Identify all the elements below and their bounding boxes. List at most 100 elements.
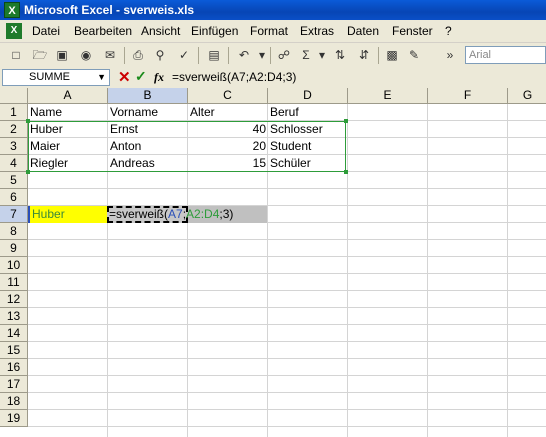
title-bar: X Microsoft Excel - sverweis.xls	[0, 0, 546, 20]
undo-dropdown-icon[interactable]: ▾	[254, 47, 270, 63]
range-handle[interactable]	[26, 170, 30, 174]
excel-app-icon[interactable]: X	[4, 2, 20, 18]
autosum-icon[interactable]: Σ	[298, 47, 314, 63]
column-header-d[interactable]: D	[268, 88, 348, 104]
row-header-1[interactable]: 1	[0, 104, 28, 121]
hyperlink-icon[interactable]: ☍	[276, 47, 292, 63]
spellcheck-icon[interactable]: ✓	[176, 47, 192, 63]
row-header-7[interactable]: 7	[0, 206, 28, 223]
cell-c4[interactable]: 15	[188, 155, 268, 172]
cell-c1[interactable]: Alter	[188, 104, 268, 121]
worksheet-grid[interactable]: A B C D E F G 1 2 3 4 5 6 7 8 9 10 11 12 13 14 15 16 17 1…	[0, 88, 546, 437]
gridline	[28, 392, 546, 393]
cell-a2[interactable]: Huber	[28, 121, 108, 138]
gridline	[28, 290, 546, 291]
sort-descending-icon[interactable]: ⇵	[356, 47, 372, 63]
gridline	[28, 375, 546, 376]
row-header-13[interactable]: 13	[0, 308, 28, 325]
enter-icon[interactable]: ✓	[135, 68, 147, 85]
cell-a7-value: Huber	[32, 207, 65, 221]
row-header-19[interactable]: 19	[0, 410, 28, 427]
row-header-4[interactable]: 4	[0, 155, 28, 172]
cell-c2[interactable]: 40	[188, 121, 268, 138]
gridline	[28, 239, 546, 240]
chart-wizard-icon[interactable]: ▩	[384, 47, 400, 63]
row-header-16[interactable]: 16	[0, 359, 28, 376]
column-header-f[interactable]: F	[428, 88, 508, 104]
menu-bearbeiten[interactable]: Bearbeiten	[74, 24, 132, 38]
cell-d1[interactable]: Beruf	[268, 104, 348, 121]
row-header-10[interactable]: 10	[0, 257, 28, 274]
email-icon[interactable]: ✉	[102, 47, 118, 63]
row-header-12[interactable]: 12	[0, 291, 28, 308]
row-header-6[interactable]: 6	[0, 189, 28, 206]
row-header-14[interactable]: 14	[0, 325, 28, 342]
menu-fenster[interactable]: Fenster	[392, 24, 433, 38]
column-header-e[interactable]: E	[348, 88, 428, 104]
row-header-5[interactable]: 5	[0, 172, 28, 189]
paste-icon[interactable]: ▤	[206, 47, 222, 63]
menu-daten[interactable]: Daten	[347, 24, 379, 38]
formula-ref-range: A2:D4	[186, 207, 220, 221]
gridline	[28, 409, 546, 410]
cell-a4[interactable]: Riegler	[28, 155, 108, 172]
formula-tail: ;3)	[219, 207, 234, 221]
column-header-b[interactable]: B	[108, 88, 188, 104]
formula-input[interactable]: =sverweiß(A7;A2:D4;3)	[172, 70, 296, 84]
menu-datei[interactable]: Datei	[32, 24, 60, 38]
undo-icon[interactable]: ↶	[236, 47, 252, 63]
permission-icon[interactable]: ◉	[78, 47, 94, 63]
cell-b2[interactable]: Ernst	[108, 121, 188, 138]
sort-ascending-icon[interactable]: ⇅	[332, 47, 348, 63]
cell-a1[interactable]: Name	[28, 104, 108, 121]
row-header-15[interactable]: 15	[0, 342, 28, 359]
cell-b7-formula: =sverweiß(A7;A2:D4;3)	[109, 206, 233, 223]
menu-extras[interactable]: Extras	[300, 24, 334, 38]
name-box-dropdown-icon[interactable]: ▼	[97, 70, 106, 85]
row-header-8[interactable]: 8	[0, 223, 28, 240]
save-icon[interactable]: ▣	[54, 47, 70, 63]
gridline	[28, 358, 546, 359]
menu-help[interactable]: ?	[445, 24, 452, 38]
new-icon[interactable]: □	[8, 47, 24, 63]
column-header-g[interactable]: G	[508, 88, 546, 104]
workbook-icon[interactable]: X	[6, 23, 22, 39]
cell-a3[interactable]: Maier	[28, 138, 108, 155]
column-header-a[interactable]: A	[28, 88, 108, 104]
row-header-11[interactable]: 11	[0, 274, 28, 291]
row-header-2[interactable]: 2	[0, 121, 28, 138]
column-header-c[interactable]: C	[188, 88, 268, 104]
row-header-9[interactable]: 9	[0, 240, 28, 257]
cell-a7[interactable]: Huber	[28, 206, 107, 223]
menu-format[interactable]: Format	[250, 24, 288, 38]
window-title: Microsoft Excel - sverweis.xls	[24, 3, 195, 17]
cell-d4[interactable]: Schüler	[268, 155, 348, 172]
cell-b3[interactable]: Anton	[108, 138, 188, 155]
cell-b4[interactable]: Andreas	[108, 155, 188, 172]
formula-ref-a7: A7	[168, 207, 183, 221]
cell-d2[interactable]: Schlosser	[268, 121, 348, 138]
row-header-17[interactable]: 17	[0, 376, 28, 393]
print-icon[interactable]: ⎙	[130, 47, 146, 63]
menu-ansicht[interactable]: Ansicht	[141, 24, 180, 38]
row-header-3[interactable]: 3	[0, 138, 28, 155]
select-all-corner[interactable]	[0, 88, 28, 104]
font-name-box[interactable]: Arial	[465, 46, 546, 64]
name-box[interactable]: SUMME ▼	[2, 69, 110, 86]
cell-c3[interactable]: 20	[188, 138, 268, 155]
range-handle[interactable]	[26, 119, 30, 123]
drawing-icon[interactable]: ✎	[406, 47, 422, 63]
insert-function-icon[interactable]: fx	[154, 70, 164, 85]
range-handle[interactable]	[344, 170, 348, 174]
cancel-icon[interactable]: ✕	[118, 68, 131, 86]
gridline	[28, 324, 546, 325]
print-preview-icon[interactable]: ⚲	[152, 47, 168, 63]
cell-b1[interactable]: Vorname	[108, 104, 188, 121]
open-icon[interactable]: 🗁	[32, 47, 48, 63]
range-handle[interactable]	[344, 119, 348, 123]
toolbar-options-icon[interactable]: »	[442, 47, 458, 63]
menu-einfuegen[interactable]: Einfügen	[191, 24, 238, 38]
cell-d3[interactable]: Student	[268, 138, 348, 155]
autosum-dropdown-icon[interactable]: ▾	[314, 47, 330, 63]
row-header-18[interactable]: 18	[0, 393, 28, 410]
